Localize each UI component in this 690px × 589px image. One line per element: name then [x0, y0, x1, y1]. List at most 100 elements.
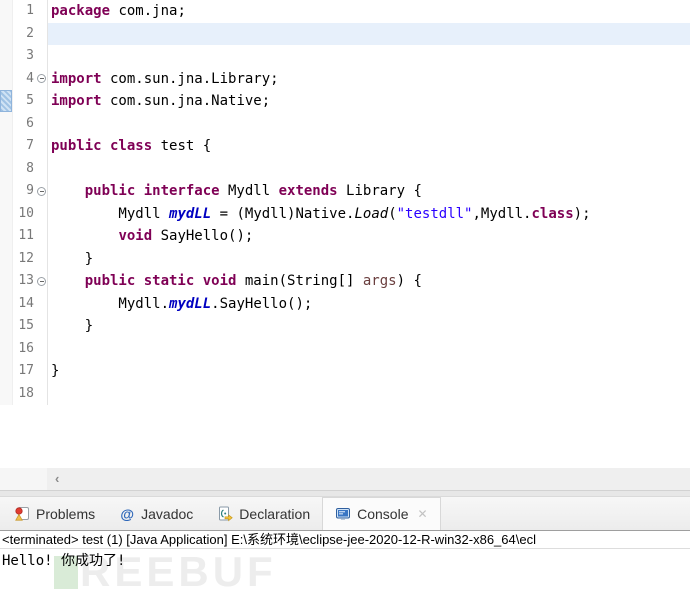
annotation-ruler: [0, 338, 13, 361]
tab-declaration[interactable]: Declaration: [205, 497, 322, 530]
code-line[interactable]: 13 public static void main(String[] args…: [0, 270, 690, 293]
problems-icon: [14, 506, 30, 522]
fold-column: [36, 45, 47, 68]
code-line[interactable]: 4 import com.sun.jna.Library;: [0, 68, 690, 91]
code-text[interactable]: [47, 45, 690, 68]
code-text[interactable]: [47, 338, 690, 361]
code-line[interactable]: 5 import com.sun.jna.Native;: [0, 90, 690, 113]
line-number: 18: [13, 383, 36, 406]
fold-column: [36, 383, 47, 406]
tab-label: Javadoc: [141, 506, 193, 522]
code-editor[interactable]: 1 package com.jna;234 import com.sun.jna.L…: [0, 0, 690, 468]
line-number: 15: [13, 315, 36, 338]
code-line[interactable]: 7 public class test {: [0, 135, 690, 158]
code-text[interactable]: [47, 383, 690, 406]
annotation-ruler: [0, 203, 13, 226]
collapse-icon[interactable]: [37, 187, 46, 196]
code-line[interactable]: 1 package com.jna;: [0, 0, 690, 23]
close-tab-icon[interactable]: ✕: [418, 507, 428, 521]
line-number: 14: [13, 293, 36, 316]
annotation-ruler: [0, 135, 13, 158]
code-line[interactable]: 9 public interface Mydll extends Library…: [0, 180, 690, 203]
fold-column: [36, 203, 47, 226]
tab-javadoc[interactable]: @ Javadoc: [107, 497, 205, 530]
fold-column: [36, 180, 47, 203]
line-number: 12: [13, 248, 36, 271]
annotation-ruler: [0, 0, 13, 23]
line-number: 8: [13, 158, 36, 181]
code-line[interactable]: 11 void SayHello();: [0, 225, 690, 248]
editor-horizontal-scrollbar[interactable]: ‹: [0, 468, 690, 490]
annotation-ruler: [0, 113, 13, 136]
code-line[interactable]: 8: [0, 158, 690, 181]
annotation-ruler: [0, 360, 13, 383]
fold-column: [36, 338, 47, 361]
code-line[interactable]: 2: [0, 23, 690, 46]
tab-console[interactable]: Console ✕: [322, 497, 440, 530]
annotation-ruler: [0, 45, 13, 68]
line-number: 7: [13, 135, 36, 158]
code-line[interactable]: 14 Mydll.mydLL.SayHello();: [0, 293, 690, 316]
javadoc-icon: @: [119, 506, 135, 522]
fold-column: [36, 158, 47, 181]
tab-problems[interactable]: Problems: [2, 497, 107, 530]
fold-column: [36, 23, 47, 46]
line-number: 17: [13, 360, 36, 383]
console-view: <terminated> test (1) [Java Application]…: [0, 530, 690, 589]
line-number: 5: [13, 90, 36, 113]
code-text[interactable]: public class test {: [47, 135, 690, 158]
code-text[interactable]: [47, 113, 690, 136]
declaration-icon: [217, 506, 233, 522]
code-text[interactable]: }: [47, 360, 690, 383]
code-text[interactable]: }: [47, 248, 690, 271]
fold-column: [36, 248, 47, 271]
line-number: 13: [13, 270, 36, 293]
tab-label: Problems: [36, 506, 95, 522]
code-line[interactable]: 17}: [0, 360, 690, 383]
code-text[interactable]: import com.sun.jna.Native;: [47, 90, 690, 113]
code-line[interactable]: 3: [0, 45, 690, 68]
annotation-ruler: [0, 383, 13, 406]
line-number: 4: [13, 68, 36, 91]
code-text[interactable]: [47, 23, 690, 46]
annotation-ruler: [0, 225, 13, 248]
code-line[interactable]: 18: [0, 383, 690, 406]
console-output-area[interactable]: REEBUF Hello! 你成功了!: [0, 549, 690, 589]
scroll-left-icon[interactable]: ‹: [55, 468, 59, 490]
tab-label: Console: [357, 506, 408, 522]
code-text[interactable]: public static void main(String[] args) {: [47, 270, 690, 293]
annotation-ruler: [0, 293, 13, 316]
gutter-spacer: [0, 468, 47, 490]
annotation-ruler: [0, 270, 13, 293]
code-line[interactable]: 15 }: [0, 315, 690, 338]
fold-column: [36, 225, 47, 248]
fold-column: [36, 315, 47, 338]
fold-column: [36, 113, 47, 136]
code-text[interactable]: Mydll mydLL = (Mydll)Native.Load("testdl…: [47, 203, 690, 226]
code-line[interactable]: 10 Mydll mydLL = (Mydll)Native.Load("tes…: [0, 203, 690, 226]
code-text[interactable]: package com.jna;: [47, 0, 690, 23]
collapse-icon[interactable]: [37, 277, 46, 286]
annotation-ruler: [0, 180, 13, 203]
code-line[interactable]: 16: [0, 338, 690, 361]
code-line[interactable]: 12 }: [0, 248, 690, 271]
line-number: 1: [13, 0, 36, 23]
annotation-ruler: [0, 23, 13, 46]
code-text[interactable]: public interface Mydll extends Library {: [47, 180, 690, 203]
collapse-icon[interactable]: [37, 74, 46, 83]
code-text[interactable]: void SayHello();: [47, 225, 690, 248]
eclipse-window: 1 package com.jna;234 import com.sun.jna.L…: [0, 0, 690, 589]
console-icon: [335, 506, 351, 522]
code-text[interactable]: }: [47, 315, 690, 338]
annotation-ruler: [0, 90, 13, 113]
code-text[interactable]: import com.sun.jna.Library;: [47, 68, 690, 91]
code-text[interactable]: [47, 158, 690, 181]
tab-label: Declaration: [239, 506, 310, 522]
annotation-ruler: [0, 315, 13, 338]
fold-column: [36, 360, 47, 383]
line-number: 16: [13, 338, 36, 361]
fold-column: [36, 0, 47, 23]
code-line[interactable]: 6: [0, 113, 690, 136]
code-text[interactable]: Mydll.mydLL.SayHello();: [47, 293, 690, 316]
line-number: 6: [13, 113, 36, 136]
